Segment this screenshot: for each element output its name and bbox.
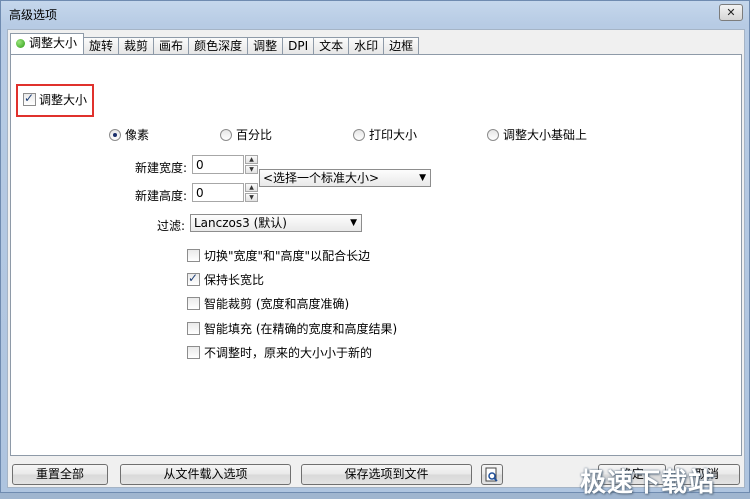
radio-circle[interactable] (487, 129, 499, 141)
tab-rotate[interactable]: 旋转 (83, 37, 120, 54)
checkbox-box[interactable] (187, 346, 200, 359)
preview-button[interactable] (481, 464, 503, 485)
dialog-client: 调整大小 旋转 裁剪 画布 颜色深度 调整 DPI 文本 水印 边框 调整大小 … (7, 29, 745, 498)
filter-value: Lanczos3 (默认) (194, 216, 287, 230)
title-bar[interactable]: 高级选项 ✕ (1, 1, 749, 25)
radio-label: 打印大小 (369, 128, 418, 142)
option-keep-aspect-ratio[interactable]: 保持长宽比 (187, 271, 264, 288)
tab-crop[interactable]: 裁剪 (118, 37, 155, 54)
reset-all-button[interactable]: 重置全部 (12, 464, 108, 485)
radio-circle[interactable] (109, 129, 121, 141)
radio-print-size[interactable]: 打印大小 (353, 126, 417, 143)
tab-text[interactable]: 文本 (313, 37, 350, 54)
load-options-button[interactable]: 从文件载入选项 (120, 464, 291, 485)
checkbox-box[interactable] (187, 297, 200, 310)
checkbox-box[interactable] (23, 91, 36, 106)
checkbox-box[interactable] (187, 249, 200, 262)
resize-panel: 调整大小 像素 百分比 打印大小 调整大小基础上 新建宽度: 0 ▲ ▼ <选择… (10, 54, 742, 456)
checkbox-box[interactable] (187, 271, 200, 286)
width-value[interactable]: 0 (196, 158, 204, 172)
height-value[interactable]: 0 (196, 186, 204, 200)
radio-circle[interactable] (220, 129, 232, 141)
close-button[interactable]: ✕ (719, 4, 743, 21)
radio-percent[interactable]: 百分比 (220, 126, 272, 143)
resize-enable-checkbox[interactable]: 调整大小 (23, 91, 87, 108)
checkbox-box[interactable] (187, 322, 200, 335)
spin-up-icon[interactable]: ▲ (245, 155, 258, 164)
filter-label: 过滤: (156, 219, 185, 233)
tab-watermark[interactable]: 水印 (348, 37, 385, 54)
width-label: 新建宽度: (134, 161, 187, 175)
option-smart-crop[interactable]: 智能裁剪 (宽度和高度准确) (187, 295, 349, 312)
watermark-logo: 极速下载站 (580, 468, 716, 498)
tab-adjust[interactable]: 调整 (247, 37, 284, 54)
option-label: 智能裁剪 (宽度和高度准确) (204, 297, 350, 311)
resize-enable-label: 调整大小 (39, 93, 88, 107)
radio-label: 像素 (125, 128, 150, 142)
option-label: 不调整时，原来的大小小于新的 (204, 346, 373, 360)
spin-down-icon[interactable]: ▼ (245, 193, 258, 202)
standard-size-value: <选择一个标准大小> (263, 171, 380, 185)
dropdown-arrow-icon: ▼ (419, 173, 426, 183)
spin-down-icon[interactable]: ▼ (245, 165, 258, 174)
option-label: 切换"宽度"和"高度"以配合长边 (204, 249, 371, 263)
option-label: 保持长宽比 (204, 273, 265, 287)
tab-canvas[interactable]: 画布 (153, 37, 190, 54)
standard-size-select[interactable]: <选择一个标准大小> ▼ (259, 169, 431, 187)
option-swap-width-height[interactable]: 切换"宽度"和"高度"以配合长边 (187, 247, 370, 264)
filter-select[interactable]: Lanczos3 (默认) ▼ (190, 214, 362, 232)
width-stepper[interactable]: 0 ▲ ▼ (192, 155, 258, 174)
advanced-options-window: 高级选项 ✕ 调整大小 旋转 裁剪 画布 颜色深度 调整 DPI 文本 水印 边… (0, 0, 750, 498)
width-spin-buttons: ▲ ▼ (245, 155, 258, 174)
radio-pixels[interactable]: 像素 (109, 126, 149, 143)
tab-color-depth[interactable]: 颜色深度 (188, 37, 249, 54)
tab-strip: 调整大小 旋转 裁剪 画布 颜色深度 调整 DPI 文本 水印 边框 (10, 33, 420, 54)
radio-resize-based-on[interactable]: 调整大小基础上 (487, 126, 587, 143)
dropdown-arrow-icon: ▼ (350, 218, 357, 228)
tab-resize[interactable]: 调整大小 (10, 33, 85, 54)
window-title: 高级选项 (9, 8, 58, 22)
tab-label: 调整大小 (29, 36, 78, 50)
active-tab-indicator-icon (16, 39, 25, 48)
radio-circle[interactable] (353, 129, 365, 141)
height-stepper[interactable]: 0 ▲ ▼ (192, 183, 258, 202)
option-label: 智能填充 (在精确的宽度和高度结果) (204, 322, 398, 336)
height-spin-buttons: ▲ ▼ (245, 183, 258, 202)
radio-label: 百分比 (236, 128, 273, 142)
spin-up-icon[interactable]: ▲ (245, 183, 258, 192)
tab-dpi[interactable]: DPI (282, 37, 315, 54)
option-no-upscale[interactable]: 不调整时，原来的大小小于新的 (187, 344, 372, 361)
option-smart-fill[interactable]: 智能填充 (在精确的宽度和高度结果) (187, 320, 397, 337)
height-label: 新建高度: (134, 189, 187, 203)
save-options-button[interactable]: 保存选项到文件 (301, 464, 472, 485)
radio-label: 调整大小基础上 (503, 128, 588, 142)
preview-icon (485, 467, 498, 482)
tab-border[interactable]: 边框 (383, 37, 420, 54)
